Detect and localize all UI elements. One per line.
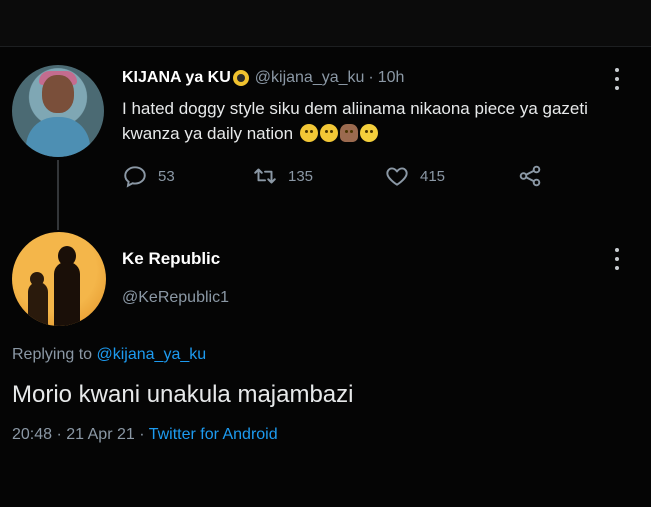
reply-count: 53: [158, 167, 175, 185]
radioactive-icon: [232, 70, 249, 86]
tweet1-text: I hated doggy style siku dem aliinama ni…: [122, 96, 627, 146]
separator-dot: ·: [368, 69, 374, 86]
avatar-silhouette: [28, 282, 48, 326]
heart-icon: [386, 167, 408, 186]
like-button[interactable]: 415: [384, 163, 445, 189]
more-options-icon[interactable]: [614, 248, 620, 270]
share-icon: [519, 165, 541, 187]
like-count: 415: [420, 167, 446, 185]
emoji-group: [299, 124, 378, 142]
tweet1-header: KIJANA ya KU @kijana_ya_ku · 10h: [122, 68, 404, 88]
replying-prefix: Replying to: [12, 346, 93, 363]
reply-button[interactable]: 53: [122, 163, 175, 189]
tweet2-name[interactable]: Ke Republic: [122, 249, 220, 269]
tweet1-handle[interactable]: @kijana_ya_ku: [255, 69, 365, 87]
tweet1-name[interactable]: KIJANA ya KU: [122, 69, 231, 87]
tweet2-handle[interactable]: @KeRepublic1: [122, 289, 229, 307]
more-options-icon[interactable]: [614, 68, 620, 90]
reply-icon: [124, 166, 146, 188]
divider: [0, 46, 651, 47]
tweet2-timestamp[interactable]: 20:48 · 21 Apr 21 ·: [12, 426, 145, 443]
tweet2-text: Morio kwani unakula majambazi: [12, 381, 354, 408]
thread-line: [57, 160, 59, 230]
avatar-shirt: [26, 117, 90, 157]
share-button[interactable]: [517, 163, 543, 189]
avatar-kijana[interactable]: [12, 65, 104, 157]
person-facepalming-icon: [339, 124, 358, 142]
avatar-ke-republic[interactable]: [12, 232, 106, 326]
tweet1-time[interactable]: 10h: [378, 69, 405, 87]
avatar-silhouette: [54, 262, 80, 326]
tweet1-actions: 53 135 415: [122, 163, 562, 193]
screenshot-frame: KIJANA ya KU @kijana_ya_ku · 10h I hated…: [0, 0, 651, 507]
retweet-button[interactable]: 135: [252, 163, 313, 189]
retweet-icon: [254, 168, 276, 184]
replying-to: Replying to @kijana_ya_ku: [12, 346, 206, 364]
top-band: [0, 0, 651, 46]
replying-to-link[interactable]: @kijana_ya_ku: [97, 346, 207, 363]
tweet2-source[interactable]: Twitter for Android: [149, 426, 278, 443]
laughing-face-icon: [359, 124, 378, 142]
expressionless-face-icon: [319, 124, 338, 142]
retweet-count: 135: [288, 167, 314, 185]
unamused-face-icon: [299, 124, 318, 142]
tweet2-meta: 20:48 · 21 Apr 21 · Twitter for Android: [12, 426, 278, 444]
avatar-head: [42, 75, 74, 113]
